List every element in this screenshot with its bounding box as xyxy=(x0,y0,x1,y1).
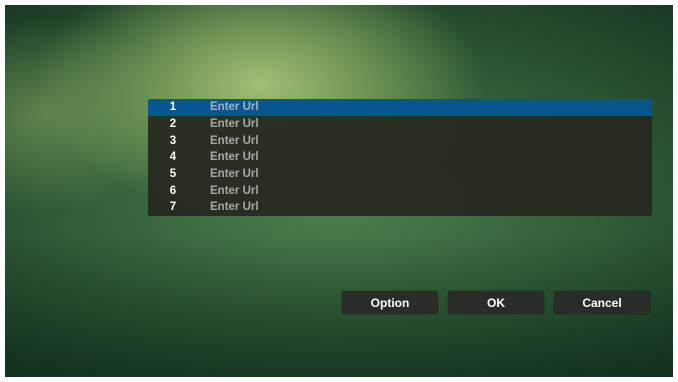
url-list: 1 Enter Url 2 Enter Url 3 Enter Url 4 En… xyxy=(148,99,652,216)
ok-button[interactable]: OK xyxy=(448,291,544,314)
url-row-1[interactable]: 1 Enter Url xyxy=(148,99,652,116)
screen: 1 Enter Url 2 Enter Url 3 Enter Url 4 En… xyxy=(5,5,673,377)
url-row-6[interactable]: 6 Enter Url xyxy=(148,182,652,199)
url-row-5[interactable]: 5 Enter Url xyxy=(148,166,652,183)
url-row-7[interactable]: 7 Enter Url xyxy=(148,199,652,216)
url-row-3[interactable]: 3 Enter Url xyxy=(148,132,652,149)
url-row-4[interactable]: 4 Enter Url xyxy=(148,149,652,166)
url-field[interactable]: Enter Url xyxy=(210,168,259,180)
row-number: 4 xyxy=(169,151,177,164)
row-number: 6 xyxy=(169,184,177,197)
url-field[interactable]: Enter Url xyxy=(210,118,259,130)
row-number: 2 xyxy=(169,118,177,131)
row-number: 1 xyxy=(169,101,177,114)
row-number: 3 xyxy=(169,134,177,147)
row-number: 7 xyxy=(169,201,177,214)
url-field[interactable]: Enter Url xyxy=(210,201,259,213)
cancel-button[interactable]: Cancel xyxy=(554,291,650,314)
url-field[interactable]: Enter Url xyxy=(210,135,259,147)
url-field[interactable]: Enter Url xyxy=(210,151,259,163)
url-row-2[interactable]: 2 Enter Url xyxy=(148,116,652,133)
url-field[interactable]: Enter Url xyxy=(210,185,259,197)
row-number: 5 xyxy=(169,168,177,181)
option-button[interactable]: Option xyxy=(342,291,438,314)
url-field[interactable]: Enter Url xyxy=(210,101,259,113)
